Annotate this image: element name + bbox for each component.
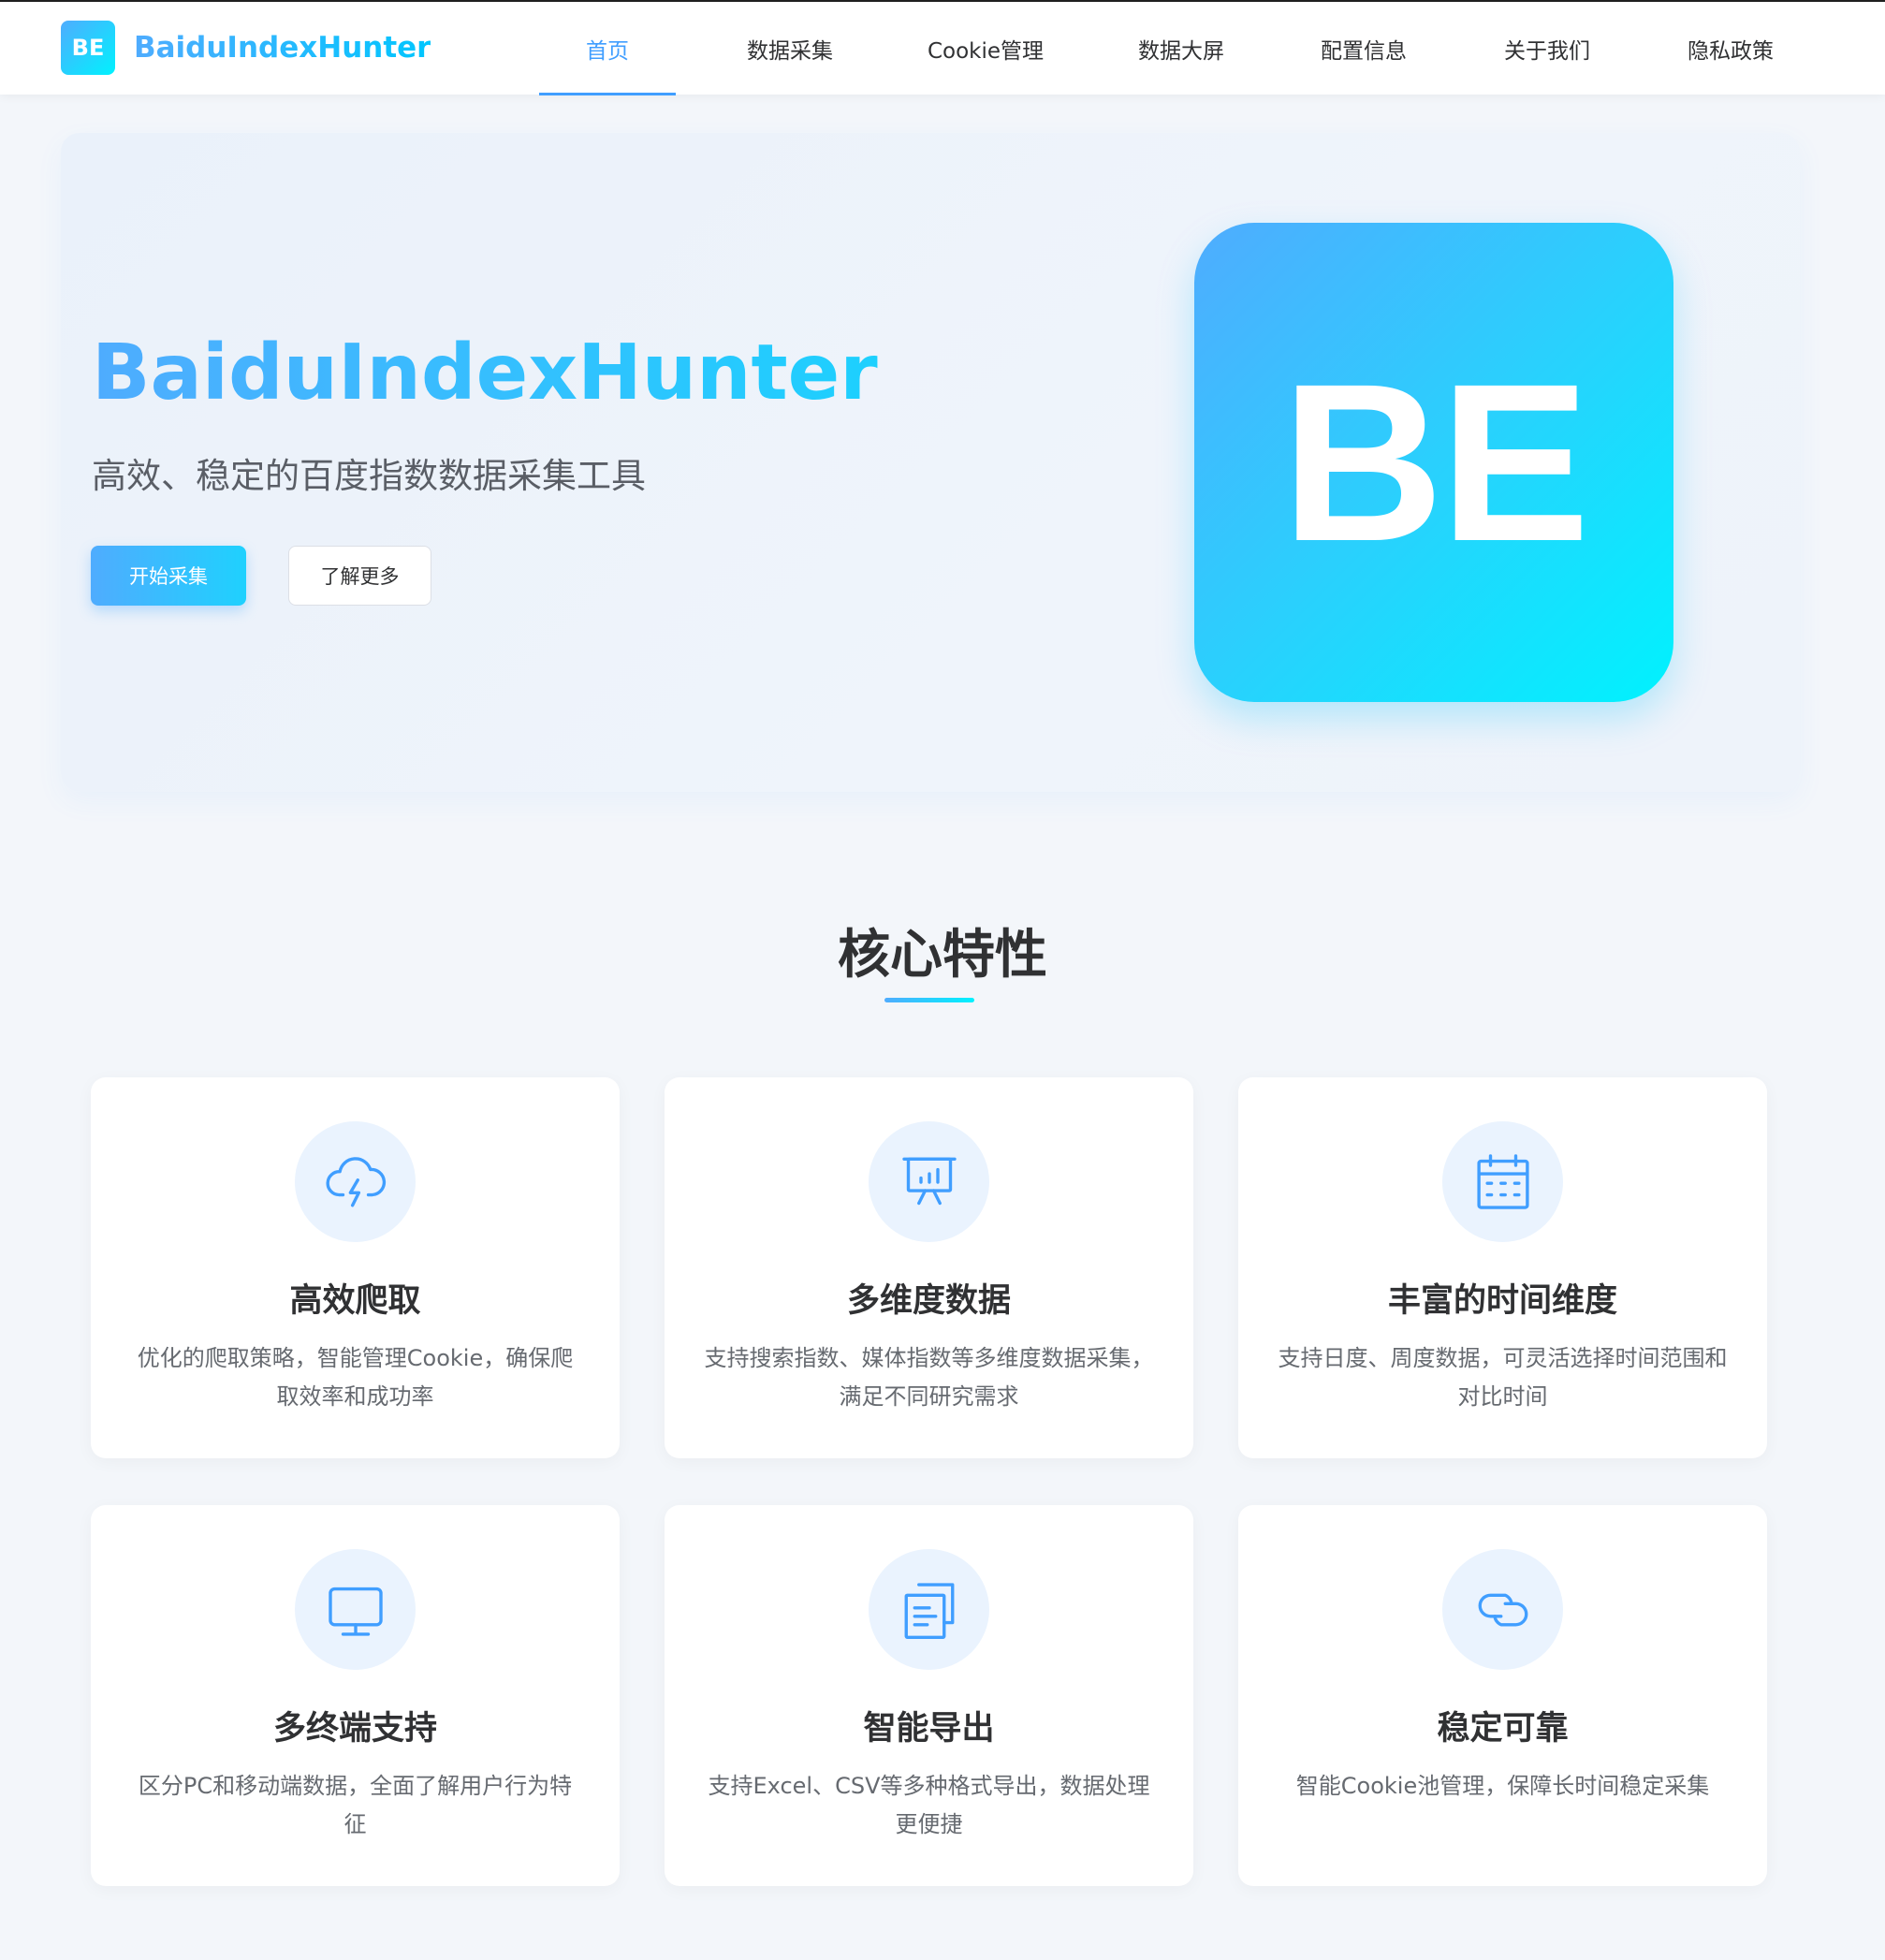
- nav-item-privacy-policy[interactable]: 隐私政策: [1665, 2, 1796, 95]
- feature-title: 高效爬取: [289, 1282, 421, 1320]
- start-collection-button[interactable]: 开始采集: [91, 546, 246, 606]
- presentation-chart-icon: [869, 1121, 989, 1242]
- feature-title: 智能导出: [863, 1710, 995, 1748]
- brand[interactable]: BE BaiduIndexHunter: [61, 21, 431, 75]
- hero-title: BaiduIndexHunter: [92, 329, 878, 417]
- brand-name: BaiduIndexHunter: [134, 31, 431, 65]
- nav-item-home[interactable]: 首页: [539, 2, 676, 95]
- link-icon: [1442, 1549, 1563, 1670]
- monitor-icon: [295, 1549, 416, 1670]
- nav-item-about-us[interactable]: 关于我们: [1482, 2, 1613, 95]
- feature-title: 多维度数据: [846, 1282, 1011, 1320]
- feature-description: 支持Excel、CSV等多种格式导出，数据处理更便捷: [708, 1773, 1150, 1837]
- hero-banner: BaiduIndexHunter 高效、稳定的百度指数数据采集工具 开始采集 了…: [61, 133, 1800, 792]
- hero-subtitle: 高效、稳定的百度指数数据采集工具: [92, 456, 646, 496]
- feature-card-multi-terminal: 多终端支持 区分PC和移动端数据，全面了解用户行为特征: [91, 1505, 620, 1886]
- feature-description: 支持搜索指数、媒体指数等多维度数据采集，满足不同研究需求: [704, 1345, 1154, 1410]
- feature-title: 丰富的时间维度: [1387, 1282, 1617, 1320]
- calendar-icon: [1442, 1121, 1563, 1242]
- hero-logo: BE: [1194, 223, 1673, 702]
- feature-title: 多终端支持: [272, 1710, 437, 1748]
- feature-card-stable-reliable: 稳定可靠 智能Cookie池管理，保障长时间稳定采集: [1238, 1505, 1767, 1886]
- nav-item-data-collection[interactable]: 数据采集: [724, 2, 855, 95]
- feature-card-smart-export: 智能导出 支持Excel、CSV等多种格式导出，数据处理更便捷: [665, 1505, 1193, 1886]
- learn-more-button[interactable]: 了解更多: [288, 546, 431, 606]
- feature-description: 优化的爬取策略，智能管理Cookie，确保爬取效率和成功率: [137, 1345, 574, 1410]
- brand-logo: BE: [61, 21, 115, 75]
- feature-description: 智能Cookie池管理，保障长时间稳定采集: [1295, 1773, 1710, 1799]
- features-section-title: 核心特性: [838, 925, 1047, 986]
- cloud-lightning-icon: [295, 1121, 416, 1242]
- feature-card-time-dimension: 丰富的时间维度 支持日度、周度数据，可灵活选择时间范围和对比时间: [1238, 1077, 1767, 1458]
- nav-item-config-info[interactable]: 配置信息: [1298, 2, 1429, 95]
- feature-title: 稳定可靠: [1437, 1710, 1569, 1748]
- top-navbar: BE BaiduIndexHunter 首页 数据采集 Cookie管理 数据大…: [0, 0, 1885, 95]
- section-title-underline: [884, 998, 974, 1002]
- feature-card-efficient-crawling: 高效爬取 优化的爬取策略，智能管理Cookie，确保爬取效率和成功率: [91, 1077, 620, 1458]
- nav-item-cookie-management[interactable]: Cookie管理: [908, 2, 1063, 95]
- nav-item-data-dashboard[interactable]: 数据大屏: [1116, 2, 1247, 95]
- copy-document-icon: [869, 1549, 989, 1670]
- feature-description: 支持日度、周度数据，可灵活选择时间范围和对比时间: [1278, 1345, 1728, 1410]
- feature-description: 区分PC和移动端数据，全面了解用户行为特征: [138, 1773, 573, 1837]
- feature-card-multi-dimensional-data: 多维度数据 支持搜索指数、媒体指数等多维度数据采集，满足不同研究需求: [665, 1077, 1193, 1458]
